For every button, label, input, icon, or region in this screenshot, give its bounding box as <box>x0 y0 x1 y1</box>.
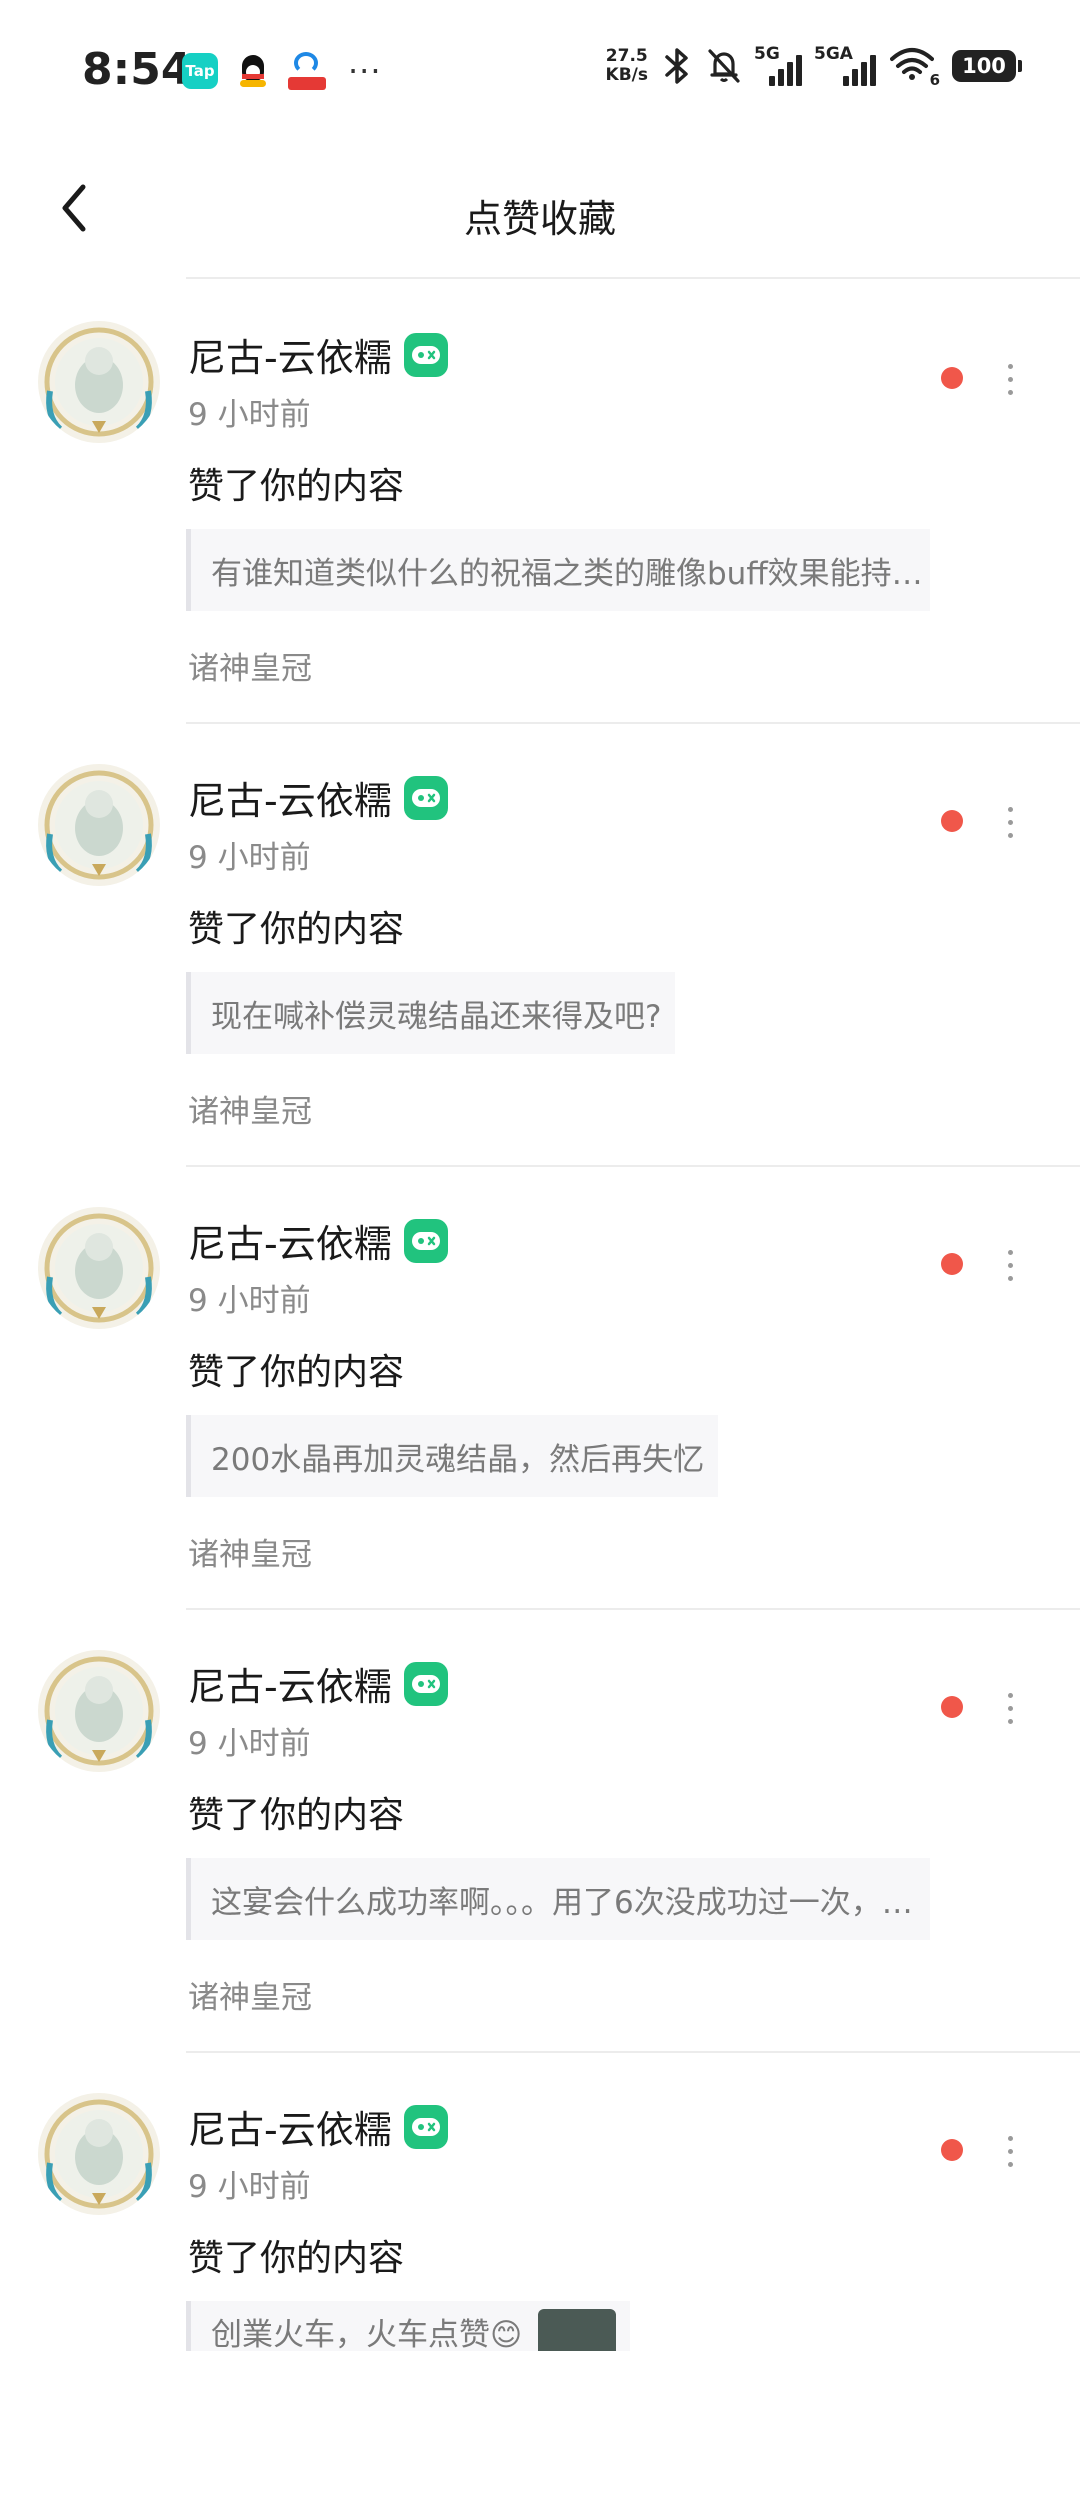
avatar[interactable] <box>38 764 160 886</box>
network-speed-value: 27.5 <box>605 46 648 66</box>
username[interactable]: 尼古-云依糯 <box>188 770 392 825</box>
unread-dot <box>941 367 963 389</box>
wifi-version-label: 6 <box>929 71 940 89</box>
action-text: 赞了你的内容 <box>188 2238 405 2279</box>
game-controller-badge-icon <box>403 332 448 377</box>
quoted-content[interactable]: 这宴会什么成功率啊。。。用了6次没成功过一次，… <box>186 1858 930 1940</box>
bluetooth-icon <box>665 48 688 84</box>
notification-item[interactable]: 尼古-云依糯 9 小时前 赞了你的内容 有谁知道类似什么的祝福之类的雕像buff… <box>0 279 1080 722</box>
unread-dot <box>941 1253 963 1275</box>
game-controller-badge-icon <box>403 1661 448 1706</box>
thumbnail-image[interactable] <box>538 2309 617 2351</box>
username[interactable]: 尼古-云依糯 <box>188 1656 392 1711</box>
signal-5ga-label: 5GA <box>814 44 853 64</box>
notification-item[interactable]: 尼古-云依糯 9 小时前 赞了你的内容 这宴会什么成功率啊。。。用了6次没成功过… <box>0 1608 1080 2051</box>
avatar[interactable] <box>38 2093 160 2215</box>
avatar[interactable] <box>38 1650 160 1772</box>
notification-item[interactable]: 尼古-云依糯 9 小时前 赞了你的内容 200水晶再加灵魂结晶，然后再失忆 诸神… <box>0 1165 1080 1608</box>
mute-bell-icon <box>708 49 740 83</box>
username[interactable]: 尼古-云依糯 <box>188 2099 392 2154</box>
quoted-text: 创業火车，火车点赞😊 <box>211 2317 523 2351</box>
avatar[interactable] <box>38 1207 160 1329</box>
status-bar: 8:54 Tap ··· 27.5 KB/s 5G 5GA 6 100 <box>0 0 1080 140</box>
forum-name[interactable]: 诸神皇冠 <box>188 643 312 688</box>
more-notifications-icon: ··· <box>348 52 382 90</box>
action-text: 赞了你的内容 <box>188 466 405 507</box>
timestamp: 9 小时前 <box>188 1726 311 1762</box>
network-speed: 27.5 KB/s <box>606 47 648 85</box>
timestamp: 9 小时前 <box>188 1283 311 1319</box>
game-controller-badge-icon <box>403 775 448 820</box>
forum-name[interactable]: 诸神皇冠 <box>188 1972 312 2017</box>
signal-5ga-icon: 5GA <box>814 44 876 86</box>
action-text: 赞了你的内容 <box>188 1795 405 1836</box>
notification-list: 尼古-云依糯 9 小时前 赞了你的内容 有谁知道类似什么的祝福之类的雕像buff… <box>0 279 1080 2494</box>
username[interactable]: 尼古-云依糯 <box>188 1213 392 1268</box>
quoted-content[interactable]: 现在喊补偿灵魂结晶还来得及吧? <box>186 972 676 1054</box>
game-controller-badge-icon <box>403 2104 448 2149</box>
china-telecom-icon <box>288 52 326 90</box>
forum-name[interactable]: 诸神皇冠 <box>188 1529 312 1574</box>
action-text: 赞了你的内容 <box>188 909 405 950</box>
forum-name[interactable]: 诸神皇冠 <box>188 1086 312 1131</box>
wifi-icon: 6 <box>890 47 940 89</box>
timestamp: 9 小时前 <box>188 840 311 876</box>
username[interactable]: 尼古-云依糯 <box>188 327 392 382</box>
unread-dot <box>941 810 963 832</box>
avatar[interactable] <box>38 321 160 443</box>
taptap-icon: Tap <box>182 53 218 89</box>
page-header: 点赞收藏 <box>0 140 1080 280</box>
page-title: 点赞收藏 <box>463 197 616 241</box>
action-text: 赞了你的内容 <box>188 1352 405 1393</box>
more-options-button[interactable] <box>995 800 1025 844</box>
timestamp: 9 小时前 <box>188 397 311 433</box>
quoted-content[interactable]: 有谁知道类似什么的祝福之类的雕像buff效果能持… <box>186 529 930 611</box>
battery-indicator: 100 <box>952 50 1022 82</box>
qq-icon <box>236 53 270 89</box>
signal-5g-icon: 5G <box>754 44 802 86</box>
unread-dot <box>941 2139 963 2161</box>
status-time: 8:54 <box>82 44 192 95</box>
network-speed-unit: KB/s <box>605 65 648 85</box>
notification-item[interactable]: 尼古-云依糯 9 小时前 赞了你的内容 创業火车，火车点赞😊 <box>0 2051 1080 2494</box>
quoted-content[interactable]: 200水晶再加灵魂结晶，然后再失忆 <box>186 1415 719 1497</box>
unread-dot <box>941 1696 963 1718</box>
notification-item[interactable]: 尼古-云依糯 9 小时前 赞了你的内容 现在喊补偿灵魂结晶还来得及吧? 诸神皇冠 <box>0 722 1080 1165</box>
more-options-button[interactable] <box>995 1243 1025 1287</box>
notification-icons: Tap ··· <box>182 52 382 90</box>
more-options-button[interactable] <box>995 1686 1025 1730</box>
more-options-button[interactable] <box>995 357 1025 401</box>
quoted-content[interactable]: 创業火车，火车点赞😊 <box>186 2301 631 2351</box>
timestamp: 9 小时前 <box>188 2169 311 2205</box>
signal-5g-label: 5G <box>754 44 780 64</box>
game-controller-badge-icon <box>403 1218 448 1263</box>
more-options-button[interactable] <box>995 2129 1025 2173</box>
system-icons: 27.5 KB/s 5G 5GA 6 100 <box>606 44 1022 89</box>
